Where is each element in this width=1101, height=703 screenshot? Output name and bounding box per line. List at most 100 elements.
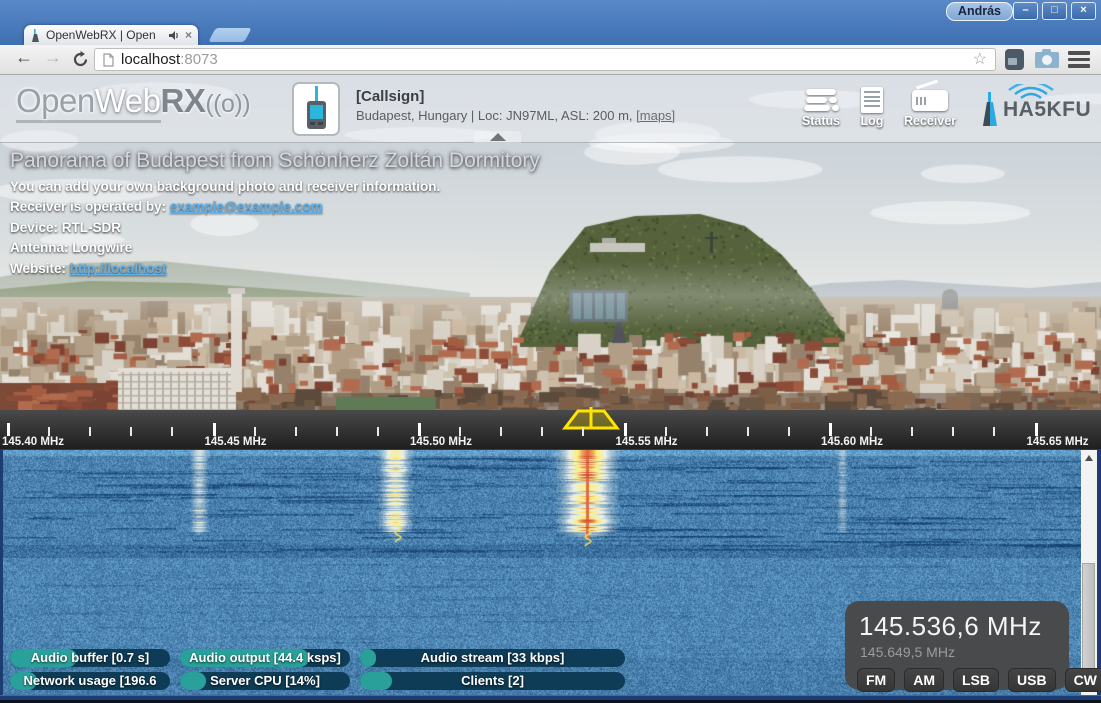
scale-tick [171, 427, 173, 436]
receiver-description: Panorama of Budapest from Schönherz Zolt… [10, 149, 540, 276]
screenshot-camera-icon[interactable] [1035, 52, 1059, 68]
scale-label: 145.40 MHz [2, 436, 64, 448]
info-line: You can add your own background photo an… [10, 179, 540, 194]
scale-tick [624, 423, 627, 436]
scale-label: 145.60 MHz [821, 436, 883, 448]
window-maximize-button[interactable]: □ [1042, 2, 1067, 20]
status-bar: Audio stream [33 kbps] [360, 649, 625, 667]
center-frequency: 145.649,5 MHz [860, 644, 1069, 660]
scale-tick [541, 427, 543, 436]
openwebrx-logo: OpenWebRX((o)) [16, 82, 250, 120]
device-line: Device: RTL-SDR [10, 220, 540, 235]
new-tab-button[interactable] [208, 28, 251, 42]
status-icon [790, 86, 852, 114]
scrollbar-thumb[interactable] [1082, 563, 1095, 670]
page-right-border [1097, 450, 1101, 695]
scale-tick [295, 427, 297, 436]
scale-tick [213, 423, 216, 436]
operator-line: Receiver is operated by: example@example… [10, 199, 540, 214]
status-bar: Audio buffer [0.7 s] [10, 649, 170, 667]
forward-button[interactable]: → [44, 47, 62, 68]
collapse-header-button[interactable] [474, 131, 521, 143]
scale-tick [870, 427, 872, 436]
bandpass-indicator[interactable] [558, 406, 624, 430]
window-close-button[interactable]: × [1071, 2, 1096, 20]
scale-tick [254, 427, 256, 436]
scale-tick [993, 427, 995, 436]
panorama-title: Panorama of Budapest from Schönherz Zolt… [10, 149, 540, 173]
scale-tick [952, 427, 954, 436]
url-host: localhost [121, 51, 180, 68]
scale-label: 145.55 MHz [616, 436, 678, 448]
scale-tick [48, 427, 50, 436]
scale-tick [89, 427, 91, 436]
extension-icon[interactable] [1005, 49, 1024, 70]
receiver-icon [896, 86, 964, 114]
scale-tick [500, 427, 502, 436]
status-bar: Server CPU [14%] [180, 672, 350, 690]
tuned-frequency[interactable]: 145.536,6 MHz [859, 611, 1069, 642]
scale-tick [418, 423, 421, 436]
back-button[interactable]: ← [15, 47, 33, 68]
log-icon [848, 86, 896, 114]
url-port: :8073 [180, 51, 218, 68]
window-titlebar: András – □ × OpenWebRX | Open × [0, 0, 1101, 45]
scale-label: 145.65 MHz [1027, 436, 1089, 448]
maps-link[interactable]: [maps] [636, 108, 675, 123]
scale-tick [377, 427, 379, 436]
scale-tick [747, 427, 749, 436]
mode-button-usb[interactable]: USB [1008, 668, 1056, 692]
scale-tick [130, 427, 132, 436]
log-button[interactable]: Log [848, 86, 896, 128]
waterfall-scrollbar[interactable] [1081, 450, 1097, 695]
antenna-line: Antenna: Longwire [10, 240, 540, 255]
page-icon [103, 53, 114, 67]
scale-tick [788, 427, 790, 436]
ha5kfu-logo[interactable]: HA5KFU [975, 88, 1095, 130]
window-minimize-button[interactable]: – [1013, 2, 1038, 20]
scale-label: 145.45 MHz [205, 436, 267, 448]
status-button[interactable]: Status [790, 86, 852, 128]
browser-toolbar: ← → localhost:8073 ☆ [0, 45, 1101, 75]
scale-tick [1035, 423, 1038, 436]
scale-tick [459, 427, 461, 436]
reload-button[interactable] [72, 51, 89, 68]
mode-button-lsb[interactable]: LSB [953, 668, 999, 692]
status-bar: Clients [2] [360, 672, 625, 690]
status-bar: Audio output [44.4 ksps] [180, 649, 350, 667]
mode-button-fm[interactable]: FM [857, 668, 895, 692]
tab-audio-icon [169, 30, 180, 41]
address-bar[interactable]: localhost:8073 ☆ [94, 48, 996, 71]
website-link[interactable]: http://localhost [70, 261, 167, 276]
scale-tick [911, 427, 913, 436]
mode-button-am[interactable]: AM [904, 668, 944, 692]
browser-menu-icon[interactable] [1068, 51, 1090, 71]
mode-selector: FMAMLSBUSBCW [857, 668, 1069, 692]
openwebrx-favicon-icon [30, 29, 41, 42]
receiver-avatar [292, 82, 340, 136]
window-user-label: András [946, 2, 1013, 21]
operator-email-link[interactable]: example@example.com [170, 199, 323, 214]
browser-tab[interactable]: OpenWebRX | Open × [24, 25, 198, 45]
scrollbar-up-icon[interactable] [1081, 450, 1097, 466]
tab-close-icon[interactable]: × [185, 29, 192, 41]
scale-tick [7, 423, 10, 436]
page-bottom-border [0, 695, 1101, 703]
scale-tick [665, 427, 667, 436]
tab-title: OpenWebRX | Open [46, 28, 164, 42]
scale-tick [829, 423, 832, 436]
status-bar: Network usage [196.6 kbps] [10, 672, 170, 690]
website-line: Website: http://localhost [10, 261, 540, 276]
frequency-scale[interactable]: 145.40 MHz 145.45 MHz 145.50 MHz 145.55 MHz… [0, 410, 1101, 449]
receiver-location: Budapest, Hungary | Loc: JN97ML, ASL: 20… [356, 108, 675, 123]
receiver-button[interactable]: Receiver [896, 86, 964, 128]
bookmark-star-icon[interactable]: ☆ [973, 52, 987, 68]
openwebrx-page: OpenWebRX((o)) [Callsign] Budapest, Hung… [0, 75, 1101, 703]
receiver-header: OpenWebRX((o)) [Callsign] Budapest, Hung… [0, 75, 1101, 143]
scale-label: 145.50 MHz [410, 436, 472, 448]
scale-tick [582, 427, 584, 436]
mode-button-cw[interactable]: CW [1065, 668, 1101, 692]
scale-tick [706, 427, 708, 436]
receiver-panel: 145.536,6 MHz 145.649,5 MHz FMAMLSBUSBCW [845, 601, 1069, 690]
antenna-tower-icon [975, 90, 1005, 128]
